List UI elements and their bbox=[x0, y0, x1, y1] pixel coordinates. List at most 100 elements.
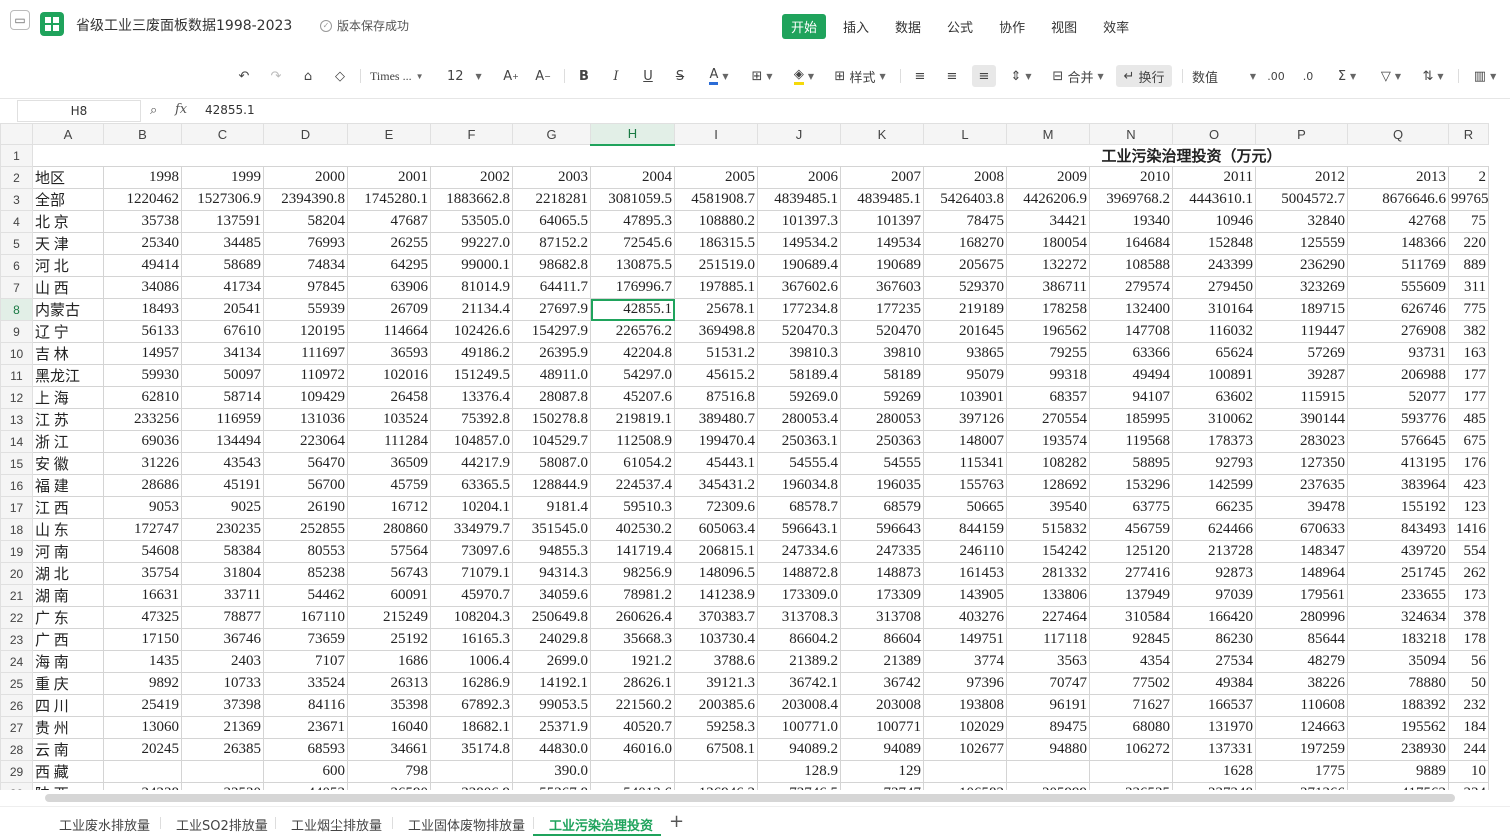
cell[interactable]: 389480.7 bbox=[674, 408, 758, 431]
cell[interactable]: 18682.1 bbox=[430, 716, 513, 739]
cell[interactable]: 26709 bbox=[347, 298, 431, 321]
cell[interactable]: 89475 bbox=[1006, 716, 1090, 739]
region-cell[interactable]: 贵 州 bbox=[32, 716, 104, 739]
cell[interactable]: 129 bbox=[840, 760, 924, 783]
cell[interactable]: 2008 bbox=[923, 166, 1007, 189]
cell[interactable]: 148872.8 bbox=[757, 562, 841, 585]
cell[interactable]: 130875.5 bbox=[590, 254, 675, 277]
cell[interactable]: 205675 bbox=[923, 254, 1007, 277]
cell[interactable]: 417562 bbox=[1347, 782, 1449, 790]
cell[interactable]: 247335 bbox=[840, 540, 924, 563]
menu-item[interactable]: 开始 bbox=[782, 14, 827, 39]
font-color-button[interactable]: A ▼ bbox=[702, 65, 736, 87]
sheet-tab[interactable]: 工业废水排放量 bbox=[59, 815, 150, 834]
cell[interactable]: 76993 bbox=[263, 232, 348, 255]
cell[interactable]: 137591 bbox=[181, 210, 264, 233]
region-cell[interactable]: 福 建 bbox=[32, 474, 104, 497]
cell[interactable]: 141238.9 bbox=[674, 584, 758, 607]
cell[interactable]: 56133 bbox=[103, 320, 182, 343]
cell[interactable]: 92873 bbox=[1172, 562, 1256, 585]
cell[interactable]: 101397.3 bbox=[757, 210, 841, 233]
cell[interactable]: 520470.3 bbox=[757, 320, 841, 343]
cell[interactable]: 94089.2 bbox=[757, 738, 841, 761]
menu-item[interactable]: 协作 bbox=[990, 14, 1034, 39]
cell[interactable]: 177 bbox=[1448, 386, 1489, 409]
cell[interactable]: 233655 bbox=[1347, 584, 1449, 607]
cell[interactable]: 21389.2 bbox=[757, 650, 841, 673]
cell[interactable]: 798 bbox=[347, 760, 431, 783]
cell[interactable]: 221560.2 bbox=[590, 694, 675, 717]
sheet-title-cell[interactable]: 工业污染治理投资（万元） bbox=[1089, 144, 1348, 167]
cell[interactable]: 413195 bbox=[1347, 452, 1449, 475]
cell[interactable]: 279574 bbox=[1089, 276, 1173, 299]
cell[interactable]: 99053.5 bbox=[512, 694, 591, 717]
cell[interactable]: 35738 bbox=[103, 210, 182, 233]
cell[interactable]: 56743 bbox=[347, 562, 431, 585]
cell[interactable]: 485 bbox=[1448, 408, 1489, 431]
cell[interactable]: 1006.4 bbox=[430, 650, 513, 673]
cell[interactable]: 33711 bbox=[181, 584, 264, 607]
cell[interactable]: 86604 bbox=[840, 628, 924, 651]
cell[interactable]: 237248 bbox=[1172, 782, 1256, 790]
cell[interactable]: 98256.9 bbox=[590, 562, 675, 585]
row-header[interactable]: 20 bbox=[0, 562, 33, 585]
cell[interactable]: 279450 bbox=[1172, 276, 1256, 299]
column-header[interactable]: B bbox=[103, 123, 182, 145]
column-header[interactable]: J bbox=[757, 123, 841, 145]
cell[interactable]: 237635 bbox=[1255, 474, 1348, 497]
name-box[interactable]: H8 bbox=[17, 100, 141, 122]
cell[interactable]: 115915 bbox=[1255, 386, 1348, 409]
cell[interactable] bbox=[430, 760, 513, 783]
row-header[interactable]: 17 bbox=[0, 496, 33, 519]
cell[interactable]: 24029.8 bbox=[512, 628, 591, 651]
cell[interactable]: 25340 bbox=[103, 232, 182, 255]
cell[interactable]: 141719.4 bbox=[590, 540, 675, 563]
cell[interactable]: 151249.5 bbox=[430, 364, 513, 387]
cell[interactable]: 280860 bbox=[347, 518, 431, 541]
cell[interactable]: 186315.5 bbox=[674, 232, 758, 255]
cell[interactable]: 42204.8 bbox=[590, 342, 675, 365]
cell[interactable]: 67508.1 bbox=[674, 738, 758, 761]
cell[interactable]: 63366 bbox=[1089, 342, 1173, 365]
column-header[interactable]: K bbox=[840, 123, 924, 145]
cell[interactable]: 68080 bbox=[1089, 716, 1173, 739]
cell[interactable]: 511769 bbox=[1347, 254, 1449, 277]
cell[interactable]: 206988 bbox=[1347, 364, 1449, 387]
cell[interactable]: 127350 bbox=[1255, 452, 1348, 475]
row-header[interactable]: 23 bbox=[0, 628, 33, 651]
cell[interactable]: 47325 bbox=[103, 606, 182, 629]
column-header[interactable]: C bbox=[181, 123, 264, 145]
cell[interactable]: 3563 bbox=[1006, 650, 1090, 673]
cell[interactable]: 148873 bbox=[840, 562, 924, 585]
cell[interactable]: 137949 bbox=[1089, 584, 1173, 607]
cell[interactable] bbox=[590, 144, 675, 167]
cell[interactable]: 1416 bbox=[1448, 518, 1489, 541]
cell[interactable]: 324634 bbox=[1347, 606, 1449, 629]
cell[interactable]: 72309.6 bbox=[674, 496, 758, 519]
cell[interactable]: 199470.4 bbox=[674, 430, 758, 453]
cell[interactable] bbox=[181, 144, 264, 167]
cell[interactable]: 2012 bbox=[1255, 166, 1348, 189]
cell[interactable]: 149751 bbox=[923, 628, 1007, 651]
cell[interactable] bbox=[840, 144, 924, 167]
cell[interactable]: 1745280.1 bbox=[347, 188, 431, 211]
region-cell[interactable]: 吉 林 bbox=[32, 342, 104, 365]
region-cell[interactable]: 广 东 bbox=[32, 606, 104, 629]
cell[interactable]: 64411.7 bbox=[512, 276, 591, 299]
cell[interactable]: 626746 bbox=[1347, 298, 1449, 321]
cell[interactable]: 390.0 bbox=[512, 760, 591, 783]
row-header[interactable]: 27 bbox=[0, 716, 33, 739]
region-cell[interactable]: 云 南 bbox=[32, 738, 104, 761]
cell[interactable]: 4839485.1 bbox=[757, 188, 841, 211]
cell[interactable]: 35174.8 bbox=[430, 738, 513, 761]
cell[interactable]: 104529.7 bbox=[512, 430, 591, 453]
cell[interactable]: 161453 bbox=[923, 562, 1007, 585]
cell[interactable]: 8676646.6 bbox=[1347, 188, 1449, 211]
cell[interactable] bbox=[1089, 760, 1173, 783]
cell[interactable]: 34485 bbox=[181, 232, 264, 255]
cell[interactable]: 124663 bbox=[1255, 716, 1348, 739]
cell[interactable]: 51531.2 bbox=[674, 342, 758, 365]
cell[interactable]: 378 bbox=[1448, 606, 1489, 629]
cell[interactable]: 184 bbox=[1448, 716, 1489, 739]
cell[interactable]: 168270 bbox=[923, 232, 1007, 255]
